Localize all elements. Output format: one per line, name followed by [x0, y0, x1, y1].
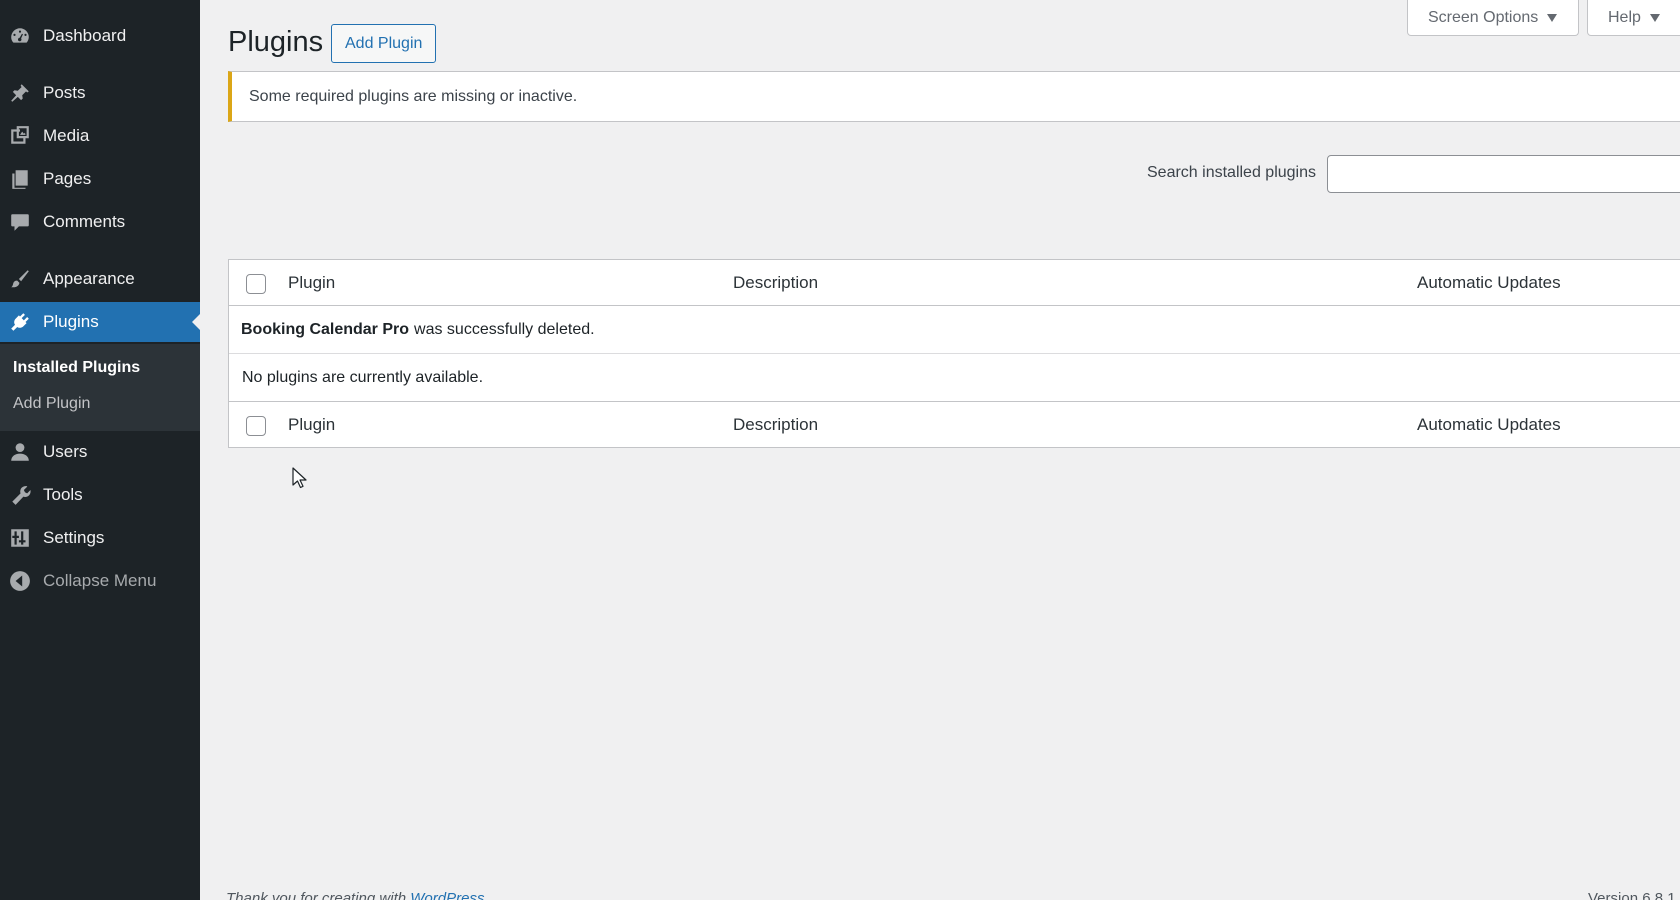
admin-sidebar: Dashboard Posts Media Pages Comments App…: [0, 0, 200, 900]
table-row-deleted-message: Booking Calendar Pro was successfully de…: [229, 306, 1680, 354]
pin-icon: [8, 81, 32, 105]
search-input[interactable]: [1327, 155, 1680, 193]
collapse-icon: [8, 569, 32, 593]
select-all-checkbox-footer[interactable]: [246, 416, 266, 436]
notice-text: Some required plugins are missing or ina…: [249, 87, 578, 105]
user-icon: [8, 440, 32, 464]
menu-item-pages[interactable]: Pages: [0, 159, 200, 199]
column-footer-automatic-updates: Automatic Updates: [1417, 415, 1561, 434]
screen-options-tab[interactable]: Screen Options: [1407, 0, 1579, 36]
settings-icon: [8, 526, 32, 550]
menu-label: Dashboard: [43, 26, 127, 45]
empty-message: No plugins are currently available.: [242, 368, 484, 386]
menu-label: Appearance: [43, 269, 135, 288]
search-label: Search installed plugins: [1147, 164, 1316, 181]
comment-icon: [8, 210, 32, 234]
brush-icon: [8, 267, 32, 291]
menu-item-appearance[interactable]: Appearance: [0, 259, 200, 299]
plugins-table: Plugin Description Automatic Updates Boo…: [228, 259, 1680, 448]
menu-item-plugins[interactable]: Plugins: [0, 302, 200, 342]
column-footer-plugin[interactable]: Plugin: [288, 402, 335, 448]
table-footer: Plugin Description Automatic Updates: [229, 401, 1680, 447]
caret-down-icon: [1649, 13, 1660, 22]
menu-label: Comments: [43, 212, 126, 231]
wordpress-link[interactable]: WordPress: [410, 890, 484, 900]
menu-label: Pages: [43, 169, 92, 188]
warning-notice: Some required plugins are missing or ina…: [228, 71, 1680, 122]
menu-label: Media: [43, 126, 90, 145]
column-header-automatic-updates: Automatic Updates: [1417, 273, 1561, 292]
menu-label: Settings: [43, 528, 105, 547]
caret-down-icon: [1547, 13, 1558, 22]
footer-thanks-text: Thank you for creating with: [226, 890, 407, 900]
menu-label: Collapse Menu: [43, 571, 157, 590]
menu-item-dashboard[interactable]: Dashboard: [0, 16, 200, 56]
menu-item-users[interactable]: Users: [0, 432, 200, 472]
column-header-description: Description: [733, 273, 819, 292]
menu-label: Users: [43, 442, 88, 461]
deleted-message: was successfully deleted.: [414, 320, 595, 338]
media-icon: [8, 124, 32, 148]
menu-label: Posts: [43, 83, 86, 102]
deleted-plugin-name: Booking Calendar Pro: [241, 320, 410, 338]
screen-options-label: Screen Options: [1428, 8, 1539, 26]
column-footer-description: Description: [733, 415, 819, 434]
pages-icon: [8, 167, 32, 191]
help-label: Help: [1608, 8, 1641, 26]
menu-item-comments[interactable]: Comments: [0, 202, 200, 242]
mouse-pointer-icon: [292, 467, 307, 489]
submenu-add-plugin[interactable]: Add Plugin: [13, 395, 90, 413]
page-title: Plugins: [228, 26, 324, 58]
collapse-menu-button[interactable]: Collapse Menu: [0, 561, 200, 601]
menu-item-tools[interactable]: Tools: [0, 475, 200, 515]
menu-label: Plugins: [43, 312, 99, 331]
wrench-icon: [8, 483, 32, 507]
select-all-checkbox[interactable]: [246, 274, 266, 294]
add-plugin-button[interactable]: Add Plugin: [331, 24, 437, 63]
column-header-plugin[interactable]: Plugin: [288, 260, 335, 306]
plug-icon: [8, 310, 32, 334]
menu-item-settings[interactable]: Settings: [0, 518, 200, 558]
menu-label: Tools: [43, 485, 83, 504]
menu-item-posts[interactable]: Posts: [0, 73, 200, 113]
table-row-empty: No plugins are currently available.: [229, 354, 1680, 401]
footer-thanks: Thank you for creating with WordPress: [226, 890, 484, 900]
footer-version: Version 6.8.1: [1588, 890, 1676, 900]
table-header: Plugin Description Automatic Updates: [229, 260, 1680, 306]
submenu-installed-plugins[interactable]: Installed Plugins: [13, 359, 140, 377]
dashboard-icon: [8, 24, 32, 48]
menu-item-media[interactable]: Media: [0, 116, 200, 156]
plugins-submenu: Installed Plugins Add Plugin: [0, 344, 200, 431]
help-tab[interactable]: Help: [1587, 0, 1680, 36]
